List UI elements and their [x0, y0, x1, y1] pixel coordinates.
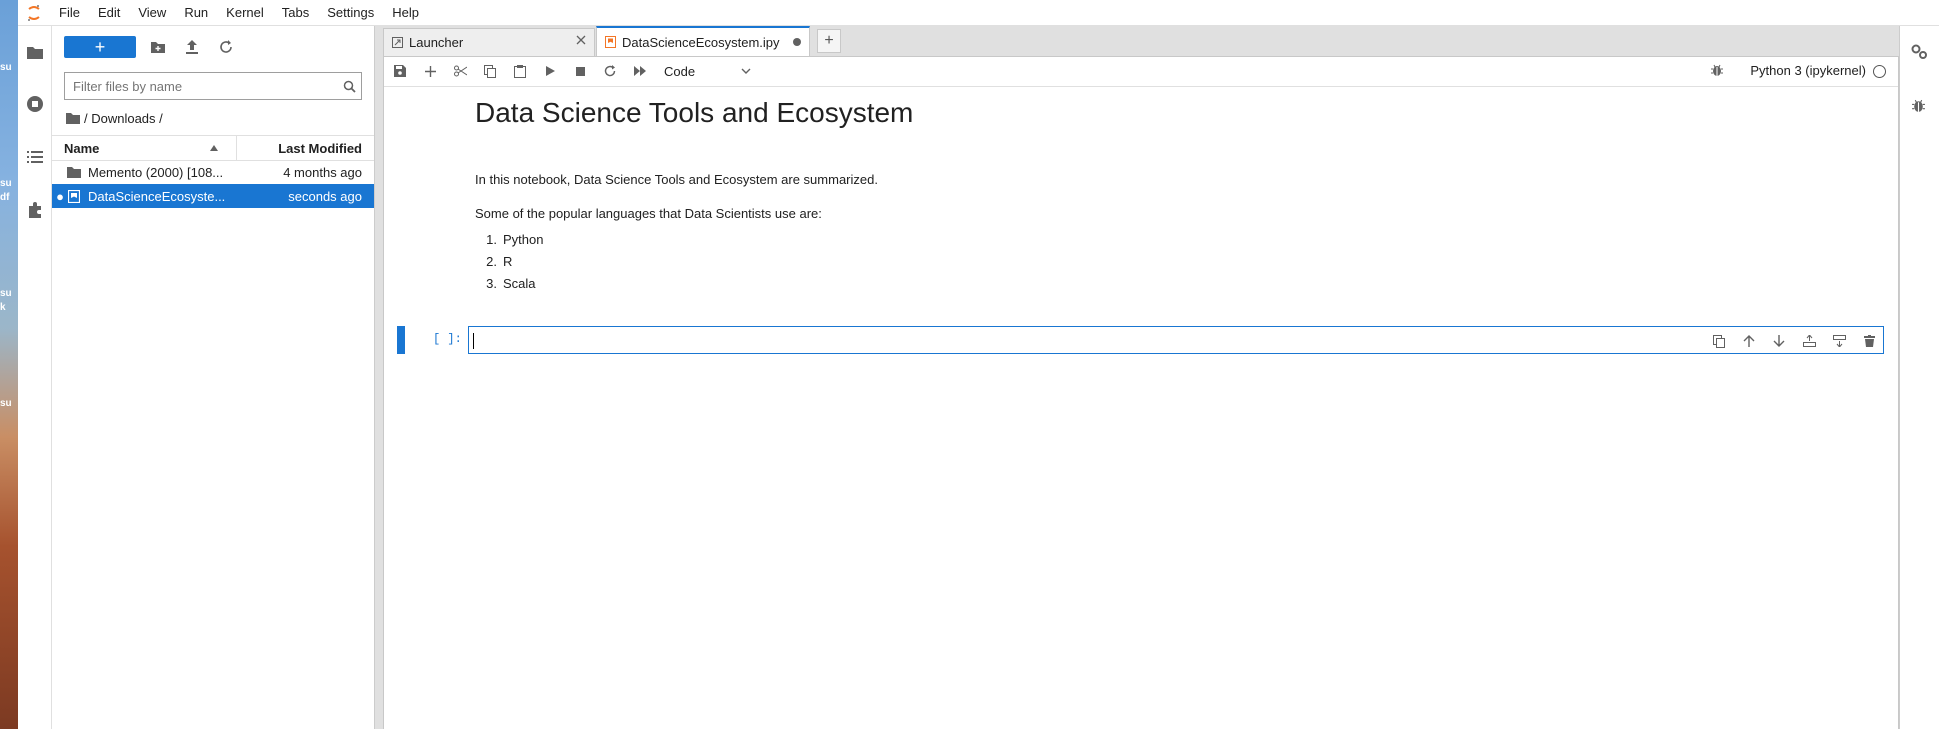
languages-list: 1. Python 2. R 3. Scala [469, 229, 543, 295]
list-item: 2. R [486, 254, 513, 269]
languages-intro-paragraph: Some of the popular languages that Data … [475, 206, 822, 221]
add-tab-button[interactable]: + [817, 29, 841, 53]
menu-help[interactable]: Help [383, 0, 428, 25]
tab-notebook[interactable]: DataScienceEcosystem.ipy [596, 26, 810, 56]
desktop-label: k [0, 302, 6, 313]
file-name: DataScienceEcosyste... [88, 188, 226, 204]
list-item: 1. Python [486, 232, 544, 247]
tab-launcher[interactable]: Launcher [383, 28, 595, 56]
cell-type-value: Code [664, 63, 696, 79]
folder-icon [66, 164, 82, 180]
chevron-down-icon [741, 68, 751, 74]
home-folder-icon[interactable] [66, 112, 80, 124]
unsaved-indicator-icon[interactable] [793, 38, 801, 46]
menu-settings[interactable]: Settings [318, 0, 383, 25]
desktop-label: su [0, 62, 12, 73]
jupyter-logo-icon [18, 0, 50, 25]
text-cursor [473, 333, 474, 349]
running-indicator: ● [56, 188, 64, 204]
close-tab-icon[interactable] [576, 35, 586, 45]
notebook-panel: Code Python 3 (ipykernel) Data Science T… [383, 56, 1899, 729]
menu-bar: File Edit View Run Kernel Tabs Settings … [18, 0, 1939, 26]
main-dock-area: Launcher DataScienceEcosystem.ipy + Code… [375, 26, 1939, 729]
file-list-header: Name Last Modified [52, 135, 374, 161]
paste-icon[interactable] [512, 63, 528, 79]
insert-above-icon[interactable] [1801, 333, 1817, 349]
kernel-name[interactable]: Python 3 (ipykernel) [1750, 63, 1866, 78]
insert-below-icon[interactable] [1831, 333, 1847, 349]
move-up-icon[interactable] [1741, 333, 1757, 349]
markdown-cell[interactable]: Data Science Tools and Ecosystem In this… [475, 97, 1878, 291]
move-down-icon[interactable] [1771, 333, 1787, 349]
copy-icon[interactable] [482, 63, 498, 79]
refresh-icon[interactable] [218, 39, 234, 55]
running-sessions-icon[interactable] [25, 94, 45, 114]
restart-run-all-icon[interactable] [632, 63, 648, 79]
duplicate-cell-icon[interactable] [1711, 333, 1727, 349]
active-cell-marker [397, 326, 405, 354]
desktop-label: su [0, 288, 12, 299]
last-modified-column-header[interactable]: Last Modified [237, 141, 374, 156]
sort-ascending-icon [210, 145, 218, 151]
name-column-label: Name [64, 140, 100, 156]
menu-file[interactable]: File [50, 0, 89, 25]
file-list-item[interactable]: ● DataScienceEcosyste... seconds ago [52, 184, 374, 208]
new-launcher-button[interactable]: + [64, 36, 136, 58]
extension-puzzle-icon[interactable] [25, 200, 45, 220]
run-icon[interactable] [542, 63, 558, 79]
file-name: Memento (2000) [108... [88, 164, 224, 180]
save-icon[interactable] [392, 63, 408, 79]
debugger-bug-icon[interactable] [1711, 63, 1723, 77]
input-prompt: [ ]: [433, 332, 462, 346]
list-item: 3. Scala [486, 276, 536, 291]
menu-kernel[interactable]: Kernel [217, 0, 273, 25]
file-list-item[interactable]: Memento (2000) [108... 4 months ago [52, 160, 374, 184]
delete-cell-icon[interactable] [1861, 333, 1877, 349]
notebook-icon [605, 36, 616, 48]
debugger-bug-icon[interactable] [1912, 98, 1925, 113]
kernel-status-icon [1873, 65, 1886, 78]
tab-label: DataScienceEcosystem.ipy [622, 34, 780, 50]
menu-tabs[interactable]: Tabs [273, 0, 318, 25]
menu-view[interactable]: View [129, 0, 175, 25]
name-column-header[interactable]: Name [52, 136, 237, 160]
insert-cell-icon[interactable] [422, 63, 438, 79]
desktop-background-strip: su su df su k su [0, 0, 18, 729]
file-browser-panel: + / Downloads / Name Last Modified [52, 26, 375, 729]
breadcrumb-path[interactable]: / Downloads / [84, 111, 163, 126]
file-modified: 4 months ago [283, 164, 362, 180]
file-modified: seconds ago [288, 188, 362, 204]
new-folder-icon[interactable] [150, 39, 166, 55]
tab-bar: Launcher DataScienceEcosystem.ipy + [383, 26, 1899, 56]
desktop-label: su [0, 398, 12, 409]
property-inspector-icon[interactable] [1910, 44, 1928, 60]
desktop-label: su [0, 178, 12, 189]
menu-run[interactable]: Run [175, 0, 217, 25]
tab-label: Launcher [409, 35, 464, 50]
filter-files-input[interactable] [65, 77, 337, 95]
notebook-icon [66, 188, 82, 204]
file-browser-toolbar: + [52, 26, 374, 68]
cell-type-dropdown[interactable]: Code [664, 61, 751, 81]
breadcrumb: / Downloads / [66, 108, 163, 128]
notebook-toolbar: Code Python 3 (ipykernel) [384, 57, 1898, 87]
intro-paragraph: In this notebook, Data Science Tools and… [475, 172, 878, 187]
folder-icon[interactable] [25, 42, 45, 62]
search-icon[interactable] [337, 80, 361, 93]
notebook-heading: Data Science Tools and Ecosystem [475, 97, 914, 128]
filter-files-field[interactable] [64, 72, 362, 100]
upload-icon[interactable] [184, 39, 200, 55]
table-of-contents-icon[interactable] [25, 147, 45, 167]
left-activity-bar [18, 26, 52, 729]
desktop-label: df [0, 192, 10, 203]
launcher-icon [392, 37, 403, 48]
menu-edit[interactable]: Edit [89, 0, 129, 25]
code-cell[interactable]: [ ]: [397, 326, 1884, 354]
restart-kernel-icon[interactable] [602, 63, 618, 79]
code-editor[interactable] [468, 326, 1884, 354]
right-sidebar [1899, 26, 1939, 729]
stop-icon[interactable] [572, 63, 588, 79]
cut-icon[interactable] [452, 63, 468, 79]
